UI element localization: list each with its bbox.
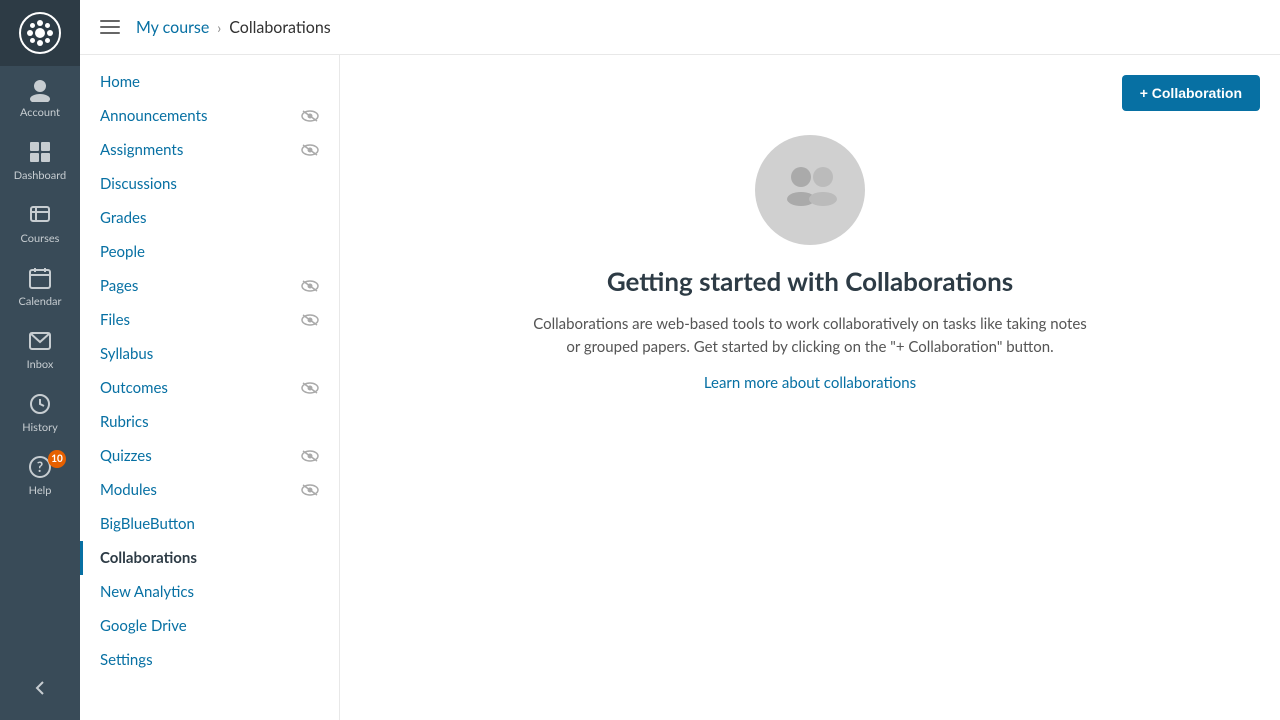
history-icon — [27, 391, 53, 417]
course-nav-item-collaborations[interactable]: Collaborations — [80, 541, 339, 575]
canvas-logo[interactable] — [0, 0, 80, 66]
course-nav-label-collaborations: Collaborations — [100, 549, 197, 567]
inbox-icon — [27, 328, 53, 354]
visibility-icon-pages[interactable] — [301, 279, 319, 293]
course-nav-item-google-drive[interactable]: Google Drive — [80, 609, 339, 643]
svg-text:?: ? — [37, 458, 43, 475]
course-navigation: Home Announcements Assignments Discussion… — [80, 55, 340, 720]
logo-icon — [19, 12, 61, 54]
course-nav-label-home: Home — [100, 73, 140, 91]
breadcrumb-parent[interactable]: My course — [136, 18, 209, 37]
course-nav-item-people[interactable]: People — [80, 235, 339, 269]
global-navigation: Account Dashboard Courses — [0, 0, 80, 720]
course-nav-item-rubrics[interactable]: Rubrics — [80, 405, 339, 439]
course-nav-item-grades[interactable]: Grades — [80, 201, 339, 235]
course-nav-item-bigbluebutton[interactable]: BigBlueButton — [80, 507, 339, 541]
course-nav-item-modules[interactable]: Modules — [80, 473, 339, 507]
collapse-nav-button[interactable] — [0, 666, 80, 710]
course-nav-item-outcomes[interactable]: Outcomes — [80, 371, 339, 405]
course-nav-item-assignments[interactable]: Assignments — [80, 133, 339, 167]
course-nav-item-new-analytics[interactable]: New Analytics — [80, 575, 339, 609]
top-bar: My course › Collaborations — [80, 0, 1280, 55]
course-nav-item-announcements[interactable]: Announcements — [80, 99, 339, 133]
sidebar-item-calendar[interactable]: Calendar — [0, 255, 80, 318]
content-row: Home Announcements Assignments Discussion… — [80, 55, 1280, 720]
empty-state-title: Getting started with Collaborations — [607, 265, 1013, 297]
help-badge: 10 — [48, 450, 66, 468]
sidebar-item-help[interactable]: 10 ? Help — [0, 444, 80, 507]
course-nav-label-grades: Grades — [100, 209, 146, 227]
page-content: + Collaboration Getting started with Col… — [340, 55, 1280, 720]
course-nav-label-modules: Modules — [100, 481, 157, 499]
visibility-icon-modules[interactable] — [301, 483, 319, 497]
course-nav-label-google-drive: Google Drive — [100, 617, 187, 635]
learn-more-link[interactable]: Learn more about collaborations — [704, 374, 916, 392]
visibility-icon-assignments[interactable] — [301, 143, 319, 157]
course-nav-label-rubrics: Rubrics — [100, 413, 149, 431]
visibility-icon-outcomes[interactable] — [301, 381, 319, 395]
empty-state-description: Collaborations are web-based tools to wo… — [530, 313, 1090, 358]
visibility-icon-announcements[interactable] — [301, 109, 319, 123]
sidebar-item-dashboard[interactable]: Dashboard — [0, 129, 80, 192]
course-nav-label-files: Files — [100, 311, 130, 329]
course-nav-label-discussions: Discussions — [100, 175, 177, 193]
course-nav-label-pages: Pages — [100, 277, 138, 295]
sidebar-item-inbox[interactable]: Inbox — [0, 318, 80, 381]
visibility-icon-quizzes[interactable] — [301, 449, 319, 463]
course-nav-label-new-analytics: New Analytics — [100, 583, 194, 601]
empty-state: Getting started with Collaborations Coll… — [380, 135, 1240, 392]
breadcrumb-current: Collaborations — [229, 18, 330, 37]
dashboard-icon — [27, 139, 53, 165]
courses-icon — [27, 202, 53, 228]
breadcrumb-separator: › — [217, 19, 221, 36]
course-nav-item-settings[interactable]: Settings — [80, 643, 339, 677]
course-nav-label-outcomes: Outcomes — [100, 379, 168, 397]
course-nav-item-syllabus[interactable]: Syllabus — [80, 337, 339, 371]
sidebar-item-account[interactable]: Account — [0, 66, 80, 129]
course-nav-item-files[interactable]: Files — [80, 303, 339, 337]
sidebar-item-courses[interactable]: Courses — [0, 192, 80, 255]
course-nav-item-home[interactable]: Home — [80, 65, 339, 99]
course-nav-label-people: People — [100, 243, 145, 261]
sidebar-item-history[interactable]: History — [0, 381, 80, 444]
course-nav-label-bigbluebutton: BigBlueButton — [100, 515, 195, 533]
calendar-icon — [27, 265, 53, 291]
course-nav-label-announcements: Announcements — [100, 107, 207, 125]
account-icon — [27, 76, 53, 102]
course-nav-label-settings: Settings — [100, 651, 153, 669]
course-nav-item-discussions[interactable]: Discussions — [80, 167, 339, 201]
hamburger-menu[interactable] — [100, 20, 120, 34]
breadcrumb: My course › Collaborations — [136, 18, 331, 37]
collaborations-empty-icon — [755, 135, 865, 245]
course-nav-item-pages[interactable]: Pages — [80, 269, 339, 303]
visibility-icon-files[interactable] — [301, 313, 319, 327]
course-nav-item-quizzes[interactable]: Quizzes — [80, 439, 339, 473]
add-collaboration-button[interactable]: + Collaboration — [1122, 75, 1260, 111]
course-nav-label-assignments: Assignments — [100, 141, 183, 159]
course-nav-label-quizzes: Quizzes — [100, 447, 152, 465]
nav-bottom — [0, 666, 80, 720]
course-nav-label-syllabus: Syllabus — [100, 345, 153, 363]
main-area: My course › Collaborations Home Announcem… — [80, 0, 1280, 720]
